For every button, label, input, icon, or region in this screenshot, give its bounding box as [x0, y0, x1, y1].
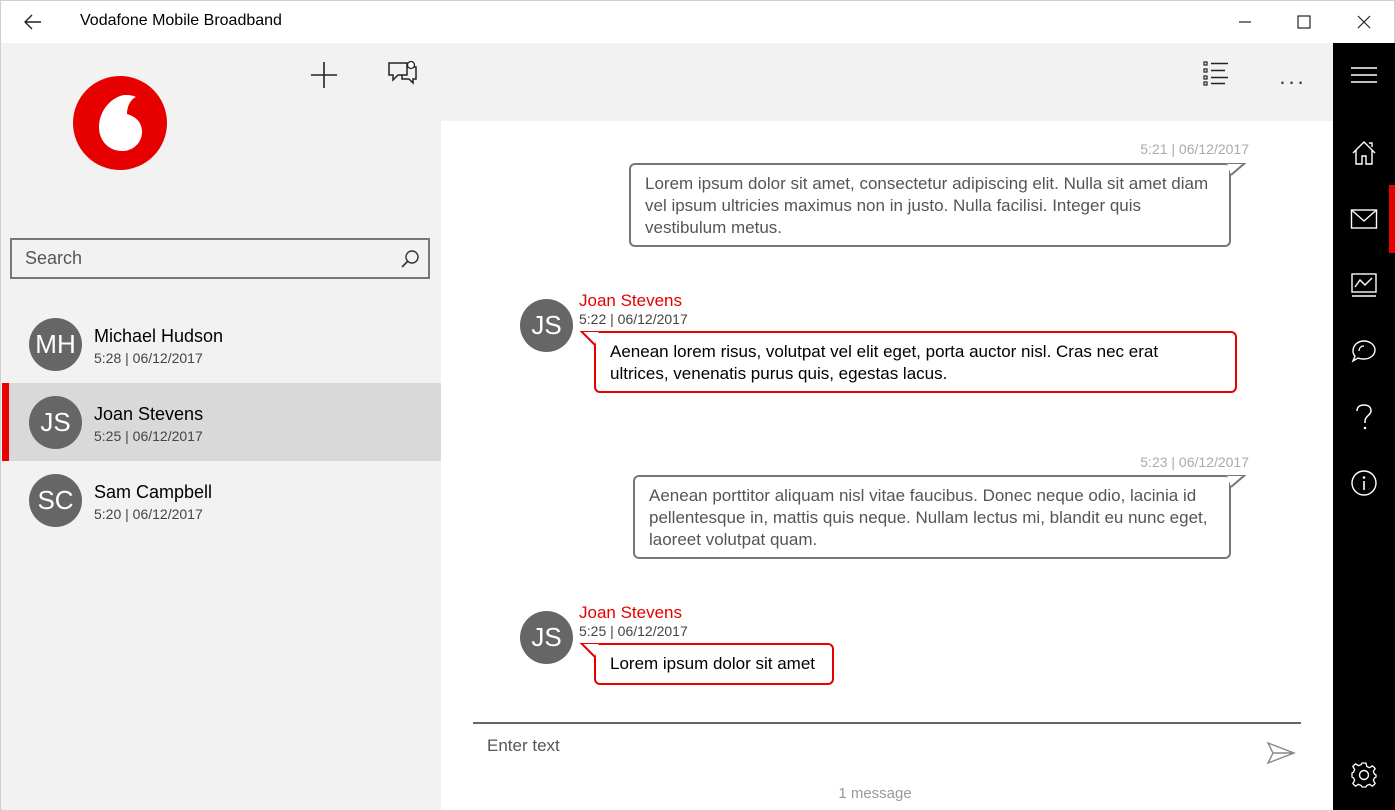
message-bubble-incoming[interactable]: Lorem ipsum dolor sit amet [594, 643, 834, 685]
message-time: 5:22 | 06/12/2017 [579, 311, 688, 327]
nav-item-settings[interactable] [1333, 747, 1395, 803]
message-time: 5:25 | 06/12/2017 [579, 623, 688, 639]
side-navigation [1333, 43, 1395, 810]
message-count: 1 message [838, 785, 912, 802]
search-input[interactable] [12, 240, 392, 277]
message-time: 5:21 | 06/12/2017 [1140, 141, 1249, 157]
minimize-icon [1239, 21, 1251, 23]
sender-name: Joan Stevens [579, 603, 683, 622]
mail-icon [1350, 209, 1378, 229]
chat-settings-button[interactable] [382, 53, 424, 93]
contact-name: Michael Hudson [94, 326, 224, 346]
window-title: Vodafone Mobile Broadband [80, 12, 282, 29]
sender-avatar: JS [520, 299, 573, 352]
vodafone-logo [73, 76, 167, 170]
title-bar: Vodafone Mobile Broadband [1, 1, 1394, 43]
list-select-icon [1203, 61, 1228, 86]
back-button[interactable] [15, 7, 51, 37]
sender-name: Joan Stevens [579, 291, 683, 310]
nav-item-info[interactable] [1333, 455, 1395, 511]
bubble-tail [1227, 475, 1247, 488]
maximize-icon [1297, 15, 1311, 29]
more-icon: ... [1279, 64, 1307, 89]
back-arrow-icon [24, 14, 41, 30]
nav-menu-button[interactable] [1333, 47, 1395, 103]
new-message-button[interactable] [304, 55, 344, 95]
contact-time: 5:20 | 06/12/2017 [94, 506, 203, 522]
sender-avatar: JS [520, 611, 573, 664]
message-input[interactable] [473, 726, 1243, 766]
nav-item-help[interactable] [1333, 389, 1395, 445]
contact-item-michael-hudson[interactable]: MH Michael Hudson 5:28 | 06/12/2017 [2, 305, 441, 383]
app-window: Vodafone Mobile Broadband Search MH Mich… [0, 0, 1395, 810]
search-icon[interactable] [400, 249, 420, 269]
chat-icon [1351, 340, 1376, 363]
send-icon [1266, 741, 1296, 765]
help-icon [1356, 404, 1372, 430]
home-icon [1352, 141, 1376, 165]
message-time: 5:23 | 06/12/2017 [1140, 454, 1249, 470]
usage-icon [1351, 273, 1377, 297]
message-bubble-outgoing[interactable]: Aenean porttitor aliquam nisl vitae fauc… [633, 475, 1231, 559]
contact-time: 5:25 | 06/12/2017 [94, 428, 203, 444]
minimize-button[interactable] [1215, 1, 1275, 43]
gear-icon [1351, 762, 1377, 788]
contact-time: 5:28 | 06/12/2017 [94, 350, 203, 366]
avatar: JS [29, 396, 82, 449]
contact-item-sam-campbell[interactable]: SC Sam Campbell 5:20 | 06/12/2017 [2, 461, 441, 539]
bubble-tail [1227, 163, 1247, 176]
contact-name: Sam Campbell [94, 482, 213, 502]
hamburger-menu-icon [1351, 67, 1377, 83]
plus-icon [311, 62, 337, 88]
select-messages-button[interactable] [1196, 53, 1236, 93]
conversation-pane: 5:21 | 06/12/2017 Lorem ipsum dolor sit … [441, 121, 1333, 810]
search-box [10, 238, 430, 279]
nav-item-chat[interactable] [1333, 323, 1395, 379]
info-icon [1351, 470, 1377, 496]
contact-item-joan-stevens[interactable]: JS Joan Stevens 5:25 | 06/12/2017 [2, 383, 441, 461]
close-icon [1357, 15, 1371, 29]
nav-item-messages[interactable] [1333, 191, 1395, 247]
close-button[interactable] [1334, 1, 1394, 43]
send-button[interactable] [1263, 738, 1299, 768]
conversation-list-panel: MH Michael Hudson 5:28 | 06/12/2017 JS J… [2, 43, 441, 810]
more-options-button[interactable]: ... [1273, 57, 1313, 97]
bubble-tail [579, 643, 599, 658]
nav-item-usage[interactable] [1333, 257, 1395, 313]
bubble-tail [579, 331, 599, 346]
nav-item-home[interactable] [1333, 125, 1395, 181]
contact-name: Joan Stevens [94, 404, 204, 424]
avatar: MH [29, 318, 82, 371]
selection-indicator [2, 383, 9, 461]
avatar: SC [29, 474, 82, 527]
compose-divider [473, 722, 1301, 724]
message-bubble-incoming[interactable]: Aenean lorem risus, volutpat vel elit eg… [594, 331, 1237, 393]
maximize-button[interactable] [1274, 1, 1334, 43]
message-bubble-outgoing[interactable]: Lorem ipsum dolor sit amet, consectetur … [629, 163, 1231, 247]
chat-settings-icon [388, 60, 417, 85]
